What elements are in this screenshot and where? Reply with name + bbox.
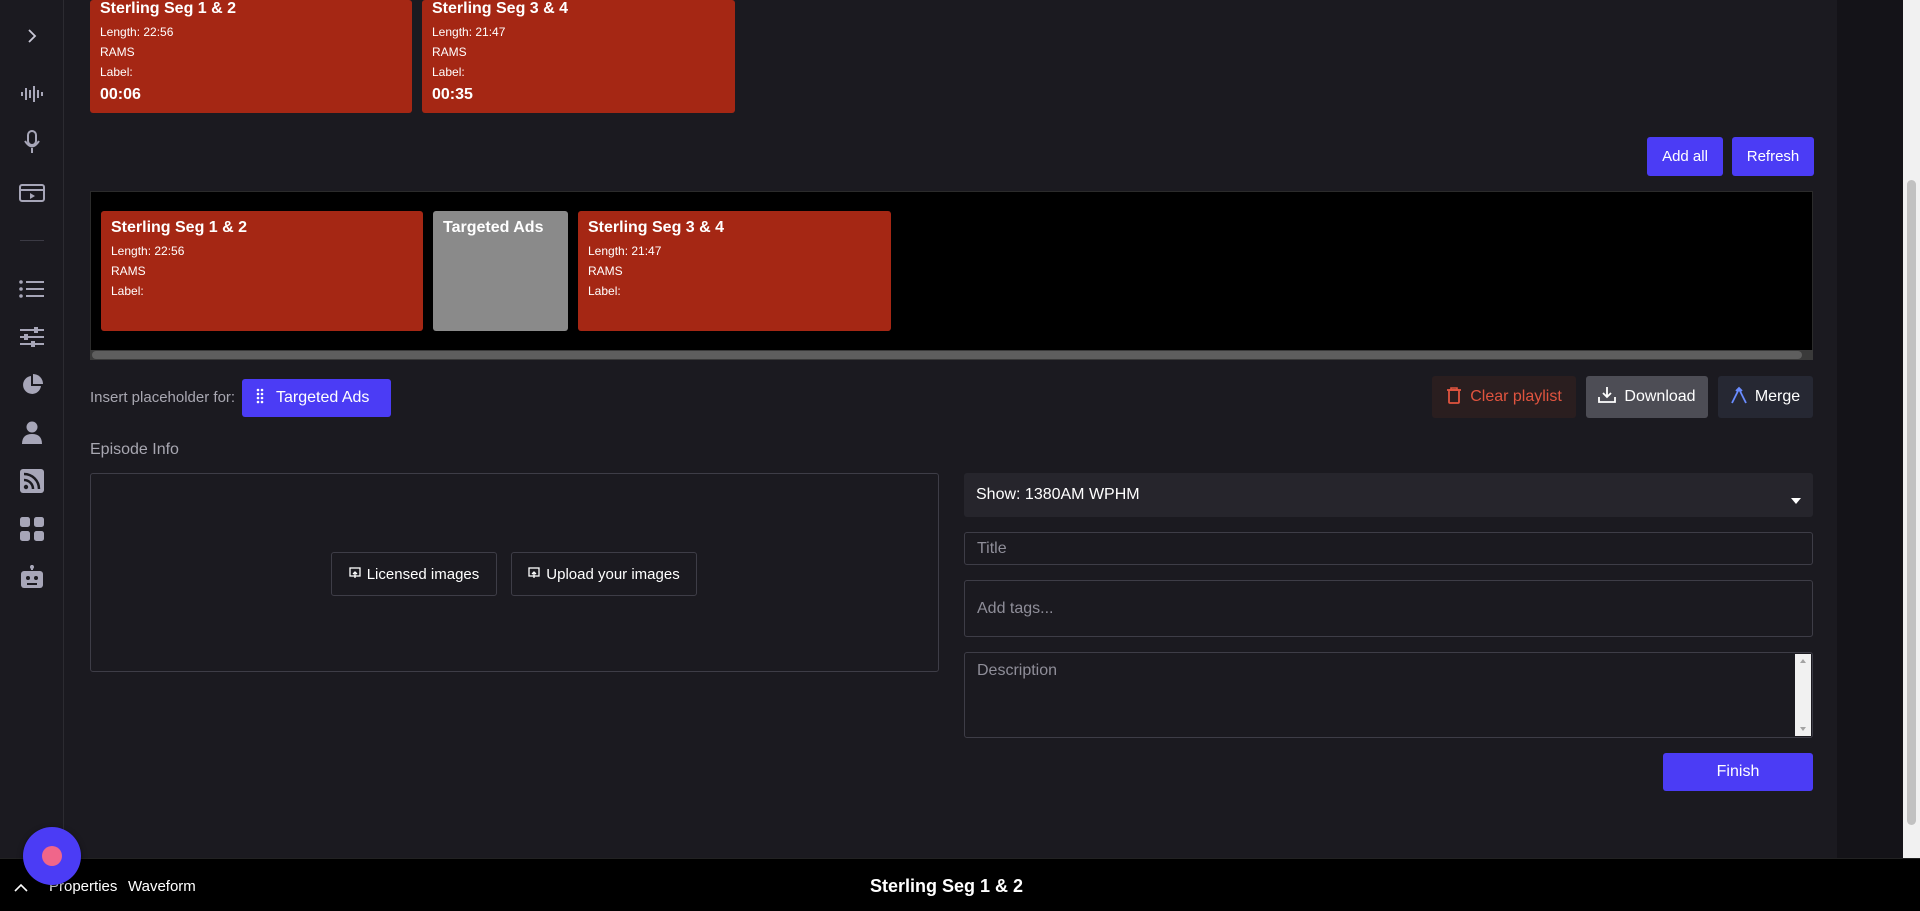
caret-down-icon: [1791, 491, 1801, 509]
segment-length: Length: 21:47: [432, 25, 506, 39]
download-button[interactable]: Download: [1586, 376, 1708, 418]
merge-icon: [1731, 386, 1747, 409]
tags-placeholder: Add tags...: [977, 599, 1054, 617]
video-icon[interactable]: [18, 179, 46, 207]
chip-label: Targeted Ads: [276, 389, 370, 406]
segment-label: Label:: [432, 65, 465, 79]
expand-chevron-icon[interactable]: [18, 22, 46, 50]
segment-card[interactable]: Sterling Seg 3 & 4 Length: 21:47 RAMS La…: [422, 0, 735, 113]
sidebar-divider: [20, 240, 44, 241]
title-placeholder: Title: [977, 539, 1007, 557]
segment-card[interactable]: Sterling Seg 1 & 2 Length: 22:56 RAMS La…: [90, 0, 412, 113]
apps-grid-icon[interactable]: [18, 515, 46, 543]
segment-label: Label:: [100, 65, 133, 79]
image-upload-icon: [528, 566, 540, 583]
scrollbar-thumb[interactable]: [92, 351, 1802, 359]
waveform-icon[interactable]: [18, 80, 46, 108]
playlist-segment[interactable]: Sterling Seg 1 & 2 Length: 22:56 RAMS La…: [101, 211, 423, 331]
add-all-button[interactable]: Add all: [1647, 137, 1723, 176]
segment-title: Sterling Seg 1 & 2: [100, 0, 237, 17]
description-textarea[interactable]: Description: [964, 652, 1813, 738]
licensed-images-label: Licensed images: [366, 565, 480, 583]
segment-source: RAMS: [432, 45, 467, 59]
upload-images-label: Upload your images: [546, 565, 680, 583]
segment-title: Sterling Seg 3 & 4: [588, 219, 725, 236]
show-select-value: Show: 1380AM WPHM: [976, 486, 1140, 503]
playlist-horizontal-scrollbar[interactable]: [90, 350, 1813, 360]
segment-source: RAMS: [588, 264, 623, 278]
segment-title: Targeted Ads: [443, 219, 544, 236]
download-icon: [1598, 386, 1617, 409]
trash-icon: [1446, 386, 1462, 409]
chevron-up-icon[interactable]: [14, 879, 28, 897]
segment-time: 00:35: [432, 86, 473, 103]
clear-playlist-label: Clear playlist: [1470, 388, 1562, 405]
robot-icon[interactable]: [18, 563, 46, 591]
finish-button[interactable]: Finish: [1663, 753, 1813, 791]
segment-label: Label:: [111, 284, 144, 298]
segment-length: Length: 22:56: [100, 25, 174, 39]
playlist-segment[interactable]: Sterling Seg 3 & 4 Length: 21:47 RAMS La…: [578, 211, 891, 331]
playlist-placeholder-segment[interactable]: Targeted Ads: [433, 211, 568, 331]
upload-images-button[interactable]: Upload your images: [511, 552, 697, 596]
segment-source: RAMS: [100, 45, 135, 59]
segment-title: Sterling Seg 3 & 4: [432, 0, 569, 17]
user-icon[interactable]: [18, 419, 46, 447]
drag-handle-icon[interactable]: [256, 388, 264, 409]
licensed-images-button[interactable]: Licensed images: [331, 552, 497, 596]
vertical-scrollbar[interactable]: [1903, 0, 1920, 858]
description-placeholder: Description: [977, 662, 1058, 679]
rss-icon[interactable]: [18, 467, 46, 495]
bottom-player-bar: Properties Waveform Sterling Seg 1 & 2: [0, 858, 1920, 911]
merge-button[interactable]: Merge: [1718, 376, 1813, 418]
pie-chart-icon[interactable]: [18, 371, 46, 399]
microphone-icon[interactable]: [18, 128, 46, 156]
segment-length: Length: 21:47: [588, 244, 662, 258]
image-upload-icon: [349, 566, 361, 583]
merge-label: Merge: [1754, 388, 1801, 405]
show-select[interactable]: Show: 1380AM WPHM: [964, 473, 1813, 517]
sliders-icon[interactable]: [18, 323, 46, 351]
segment-time: 00:06: [100, 86, 141, 103]
episode-info-heading: Episode Info: [90, 441, 179, 458]
placeholder-prompt: Insert placeholder for:: [90, 389, 236, 406]
textarea-scrollbar[interactable]: [1795, 654, 1811, 736]
tags-input[interactable]: Add tags...: [964, 580, 1813, 637]
list-icon[interactable]: [18, 275, 46, 303]
now-playing-title: Sterling Seg 1 & 2: [870, 876, 1024, 896]
segment-source: RAMS: [111, 264, 146, 278]
clear-playlist-button[interactable]: Clear playlist: [1432, 376, 1576, 418]
segment-length: Length: 22:56: [111, 244, 185, 258]
segment-label: Label:: [588, 284, 621, 298]
segment-title: Sterling Seg 1 & 2: [111, 219, 248, 236]
scrollbar-thumb[interactable]: [1907, 180, 1916, 825]
title-input[interactable]: Title: [964, 532, 1813, 565]
targeted-ads-chip[interactable]: Targeted Ads: [242, 379, 391, 417]
sidebar: [0, 0, 64, 858]
record-dot-icon: [42, 846, 62, 866]
download-label: Download: [1624, 388, 1696, 405]
right-gutter: [1837, 0, 1903, 858]
waveform-tab[interactable]: Waveform: [128, 878, 196, 895]
chat-launcher-button[interactable]: [23, 827, 81, 885]
refresh-button[interactable]: Refresh: [1732, 137, 1814, 176]
